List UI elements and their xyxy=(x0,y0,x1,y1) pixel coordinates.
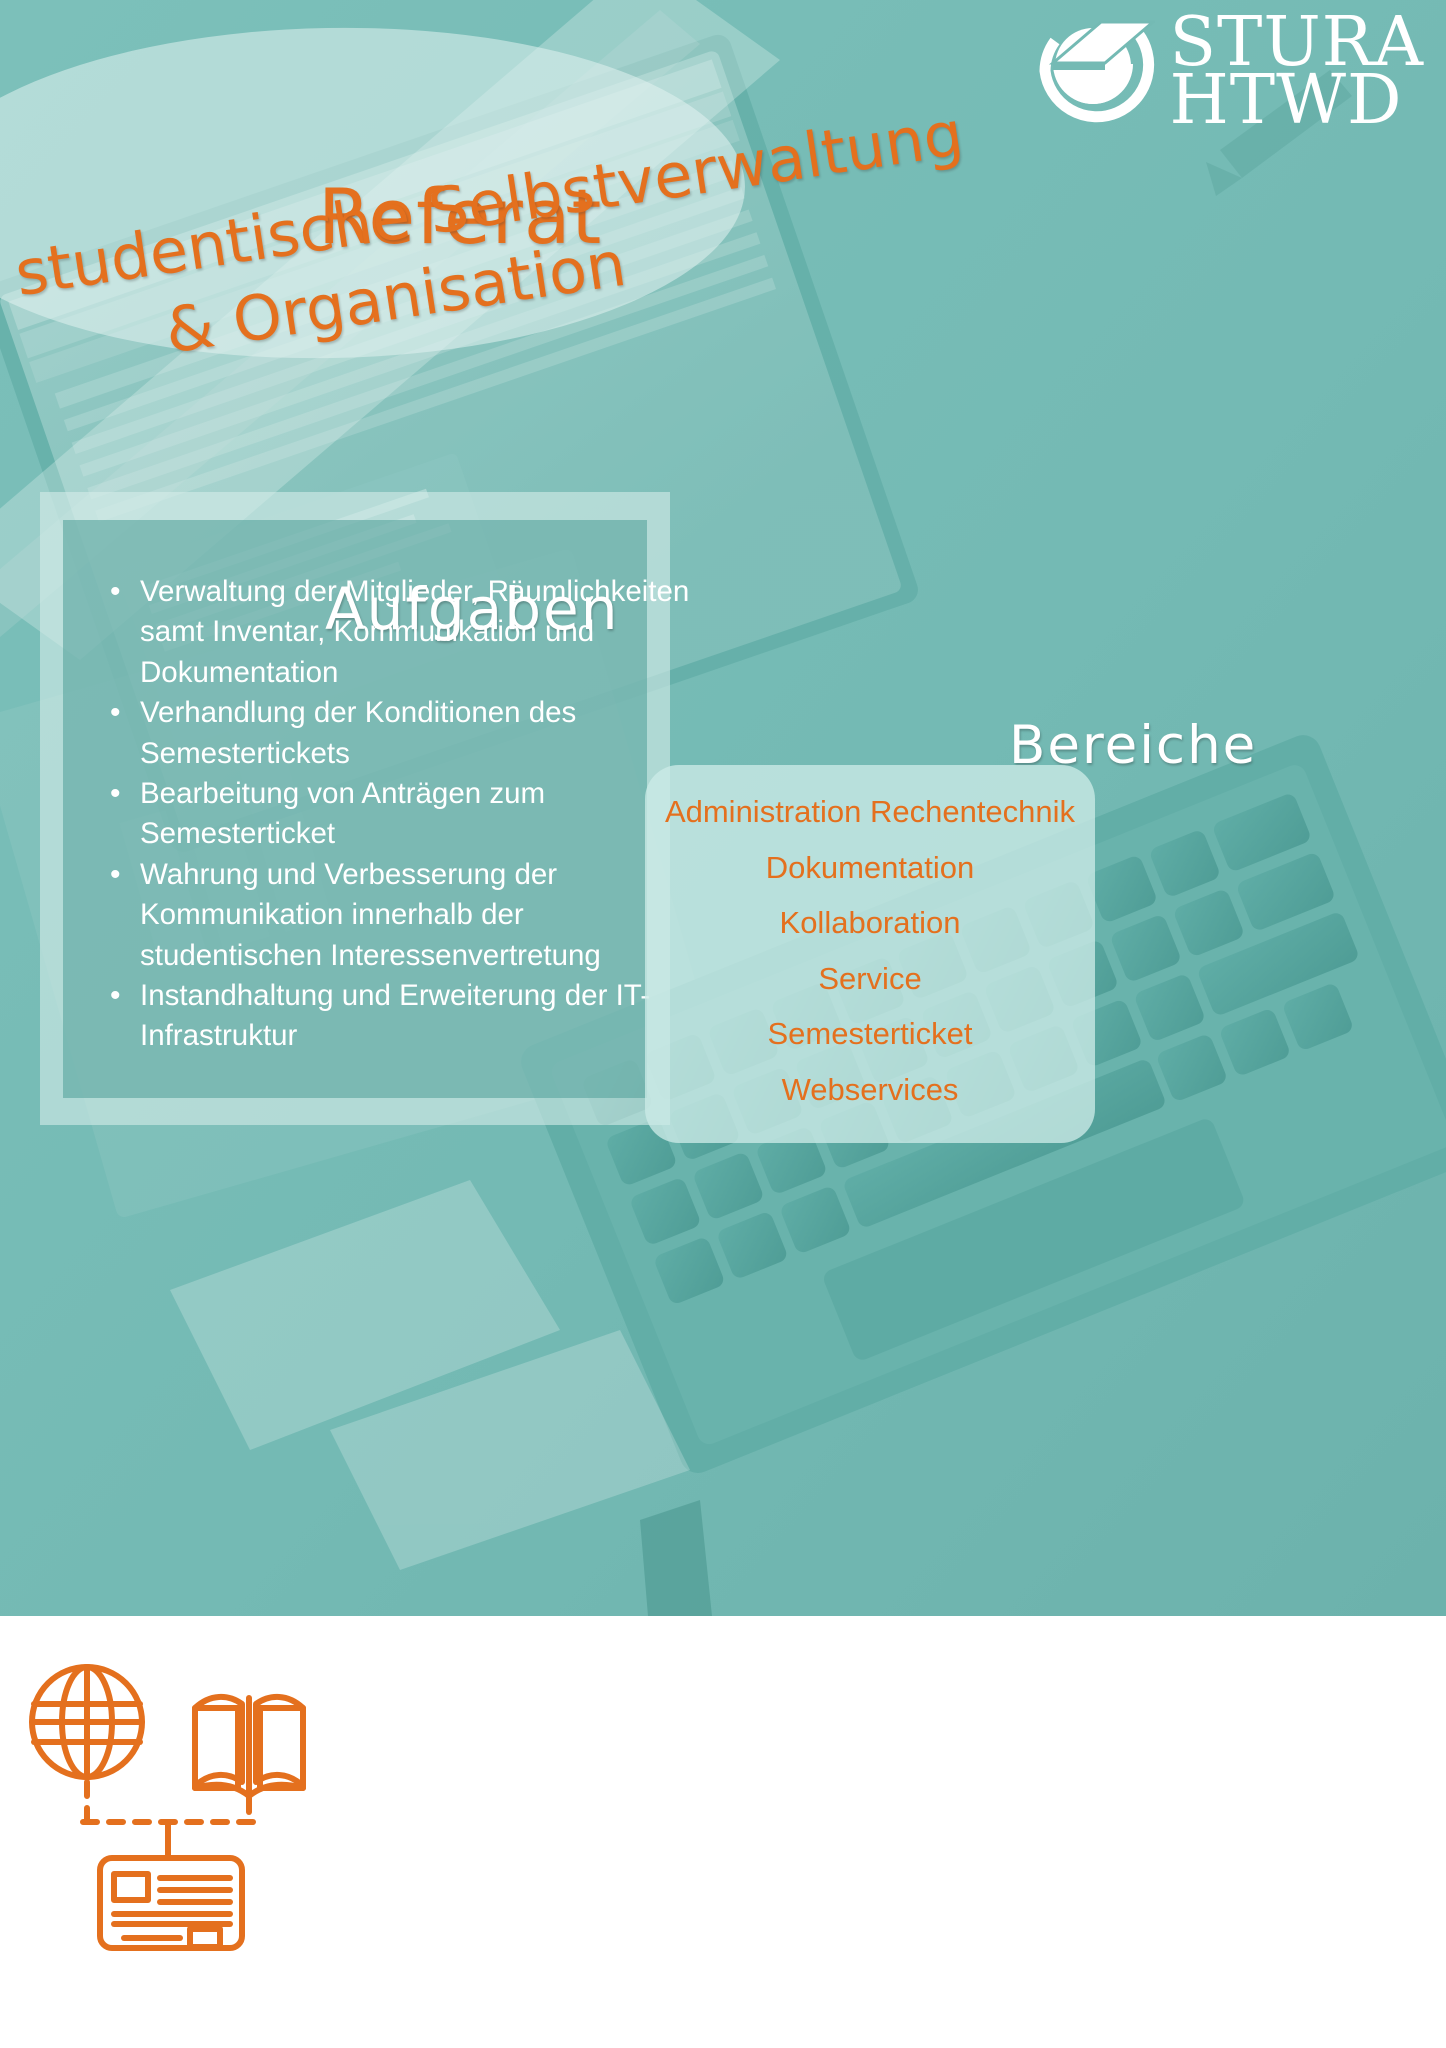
graduation-cap-circle-icon xyxy=(1027,8,1158,130)
list-item: Webservices xyxy=(781,1071,959,1107)
list-item: • Verwaltung der Mitglieder, Räumlichkeit… xyxy=(110,572,700,693)
list-item: • Instandhaltung und Erweiterung der IT-I… xyxy=(110,976,700,1057)
list-item: Dokumentation xyxy=(765,849,975,885)
bullet-icon: • xyxy=(110,979,121,1013)
list-item: • Wahrung und Verbesserung der Kommunikat… xyxy=(110,855,700,976)
globe-icon xyxy=(29,1664,145,1780)
id-card-icon xyxy=(97,1855,245,1951)
list-item: Kollaboration xyxy=(779,905,961,940)
list-item: Semesterticket xyxy=(767,1016,973,1051)
aufgaben-list: • Verwaltung der Mitglieder, Räumlichkeit… xyxy=(88,572,700,1057)
bullet-icon: • xyxy=(110,575,121,608)
list-item: Administration Rechentechnik xyxy=(664,794,1076,829)
aufgaben-item-text: Verhandlung der Konditionen des Semester… xyxy=(140,696,577,770)
poster-root: STURA HTWD Referat studentische Selbstve… xyxy=(0,0,1446,2048)
logo-wordmark: STURA HTWD xyxy=(1169,8,1424,141)
bullet-icon: • xyxy=(110,857,121,891)
stura-htwd-logo: STURA HTWD xyxy=(1027,8,1424,141)
aufgaben-item-text: Verwaltung der Mitglieder, Räumlichkeite… xyxy=(140,575,690,689)
bullet-icon: • xyxy=(110,696,121,730)
open-book-icon xyxy=(192,1694,306,1799)
list-item: • Verhandlung der Konditionen des Semeste… xyxy=(110,693,700,774)
logo-line-htwd: HTWD xyxy=(1169,61,1403,141)
list-item: • Bearbeitung von Anträgen zum Semesterti… xyxy=(110,774,700,855)
bullet-icon: • xyxy=(110,777,121,811)
bereiche-list: Administration Rechentechnik Dokumentati… xyxy=(645,796,1095,1129)
aufgaben-item-text: Bearbeitung von Anträgen zum Semestertic… xyxy=(140,777,546,851)
aufgaben-item-text: Wahrung und Verbesserung der Kommunikati… xyxy=(140,857,601,972)
hero-panel: STURA HTWD Referat studentische Selbstve… xyxy=(0,0,1446,1616)
footer-icon-group xyxy=(20,1646,340,1986)
aufgaben-item-text: Instandhaltung und Erweiterung der IT-In… xyxy=(140,979,651,1053)
list-item: Service xyxy=(818,960,922,996)
